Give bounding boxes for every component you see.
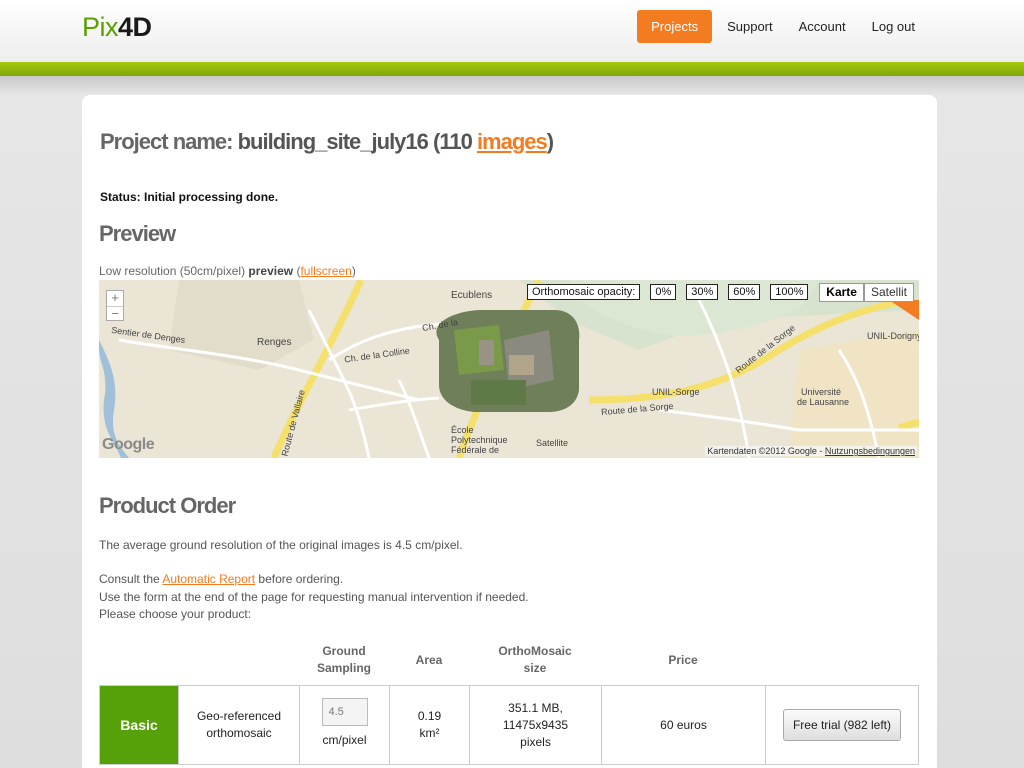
gsd-input[interactable] — [321, 698, 368, 726]
nav-logout[interactable]: Log out — [859, 10, 928, 43]
project-title-prefix: Project name: — [100, 129, 238, 154]
area-unit: km² — [419, 726, 440, 740]
product-order-heading: Product Order — [99, 493, 236, 518]
col-price: Price — [668, 652, 698, 667]
resolution-text: Low resolution (50cm/pixel) — [99, 264, 249, 278]
map-label-lausanne: de Lausanne — [797, 397, 850, 407]
top-bar: Pix 4D Projects Support Account Log out — [0, 0, 1024, 62]
images-link[interactable]: images — [477, 129, 548, 154]
image-count-close: ) — [546, 129, 554, 154]
main-nav: Projects Support Account Log out — [637, 10, 928, 43]
zoom-control: + − — [106, 290, 124, 321]
content-panel: Project name: building_site_july16 (110 … — [82, 95, 937, 768]
map-type-toggle: Karte Satellit — [819, 283, 914, 302]
product-desc-2: orthomosaic — [206, 726, 272, 740]
area-value: 0.19 — [417, 709, 442, 723]
table-row: Basic Geo-referenced orthomosaic cm/pixe… — [99, 685, 919, 765]
preview-heading: Preview — [99, 221, 176, 246]
col-ground-2: Sampling — [316, 661, 371, 675]
nav-support[interactable]: Support — [714, 10, 786, 43]
avg-resolution-text: The average ground resolution of the ori… — [99, 538, 463, 552]
map-type-satellit[interactable]: Satellit — [863, 283, 914, 302]
opacity-controls: Orthomosaic opacity: 0% 30% 60% 100% — [527, 284, 818, 300]
area-cell: 0.19 km² — [390, 686, 470, 764]
opacity-30[interactable]: 30% — [686, 284, 719, 300]
map-type-karte[interactable]: Karte — [819, 283, 864, 302]
map-copyright: Kartendaten ©2012 Google - Nutzungsbedin… — [705, 446, 917, 456]
map-label-ecole: École — [451, 425, 474, 435]
fullscreen-link[interactable]: fullscreen — [300, 264, 351, 278]
opacity-label: Orthomosaic opacity: — [527, 284, 641, 300]
price-cell: 60 euros — [602, 686, 766, 764]
product-desc-cell: Geo-referenced orthomosaic — [179, 686, 300, 764]
paren-close: ) — [351, 264, 356, 278]
image-count: (110 — [427, 129, 477, 154]
product-name-cell: Basic — [100, 686, 179, 764]
gsd-cell: cm/pixel — [300, 686, 390, 764]
preview-caption: Low resolution (50cm/pixel) preview (ful… — [99, 264, 356, 278]
col-ground-1: Ground — [322, 644, 366, 658]
status-text: Status: Initial processing done. — [100, 190, 279, 204]
header-stripe — [0, 62, 1024, 76]
map-canvas — [99, 280, 919, 458]
preview-word: preview — [248, 264, 294, 278]
col-ortho-2: size — [523, 661, 547, 675]
map-label-renges: Renges — [257, 337, 292, 348]
col-ground-sampling: Ground Sampling — [299, 635, 389, 685]
automatic-report-link[interactable]: Automatic Report — [162, 572, 255, 586]
map-preview[interactable]: + − Orthomosaic opacity: 0% 30% 60% 100%… — [99, 280, 919, 458]
copyright-text: Kartendaten ©2012 Google - — [707, 446, 825, 456]
consult-prefix: Consult the — [99, 572, 163, 586]
header-shadow — [0, 76, 1024, 94]
opacity-0[interactable]: 0% — [650, 284, 677, 300]
map-label-federale: Fédérale de — [451, 445, 500, 455]
consult-suffix: before ordering. — [255, 572, 344, 586]
ortho-size-dims: 11475x9435 — [502, 717, 569, 732]
project-title: Project name: building_site_july16 (110 … — [100, 129, 554, 155]
pix4d-logo[interactable]: Pix 4D — [82, 12, 152, 42]
google-logo: Google — [102, 436, 155, 453]
project-name: building_site_july16 — [237, 129, 429, 154]
action-cell: Free trial (982 left) — [766, 686, 918, 764]
map-label-unil-dorigny: UNIL-Dorigny — [867, 331, 919, 341]
nav-account[interactable]: Account — [786, 10, 859, 43]
opacity-100[interactable]: 100% — [770, 284, 809, 300]
logo-text-pix: Pix — [82, 12, 119, 42]
col-ortho-1: OrthoMosaic — [498, 644, 572, 658]
col-ortho-size: OrthoMosaic size — [469, 635, 601, 685]
terms-link[interactable]: Nutzungsbedingungen — [825, 446, 915, 456]
zoom-in-button[interactable]: + — [107, 291, 123, 306]
product-table-header: Ground Sampling Area OrthoMosaic size Pric… — [99, 635, 919, 685]
logo-text-4d: 4D — [118, 12, 152, 42]
ortho-size-unit: pixels — [520, 734, 551, 749]
form-note-text: Use the form at the end of the page for … — [99, 590, 529, 604]
ortho-size-mb: 351.1 MB, — [508, 700, 563, 715]
zoom-out-button[interactable]: − — [107, 306, 123, 321]
map-label-satellite: Satellite — [536, 438, 569, 448]
opacity-60[interactable]: 60% — [728, 284, 761, 300]
choose-product-text: Please choose your product: — [99, 607, 252, 621]
map-label-polytechnique: Polytechnique — [451, 435, 508, 445]
product-desc-1: Geo-referenced — [196, 709, 282, 723]
nav-projects[interactable]: Projects — [637, 10, 713, 43]
gsd-unit: cm/pixel — [322, 733, 367, 747]
map-label-unil-sorge: UNIL-Sorge — [652, 387, 700, 397]
ortho-size-cell: 351.1 MB, 11475x9435 pixels — [470, 686, 602, 764]
col-area: Area — [415, 652, 443, 667]
free-trial-button[interactable]: Free trial (982 left) — [782, 709, 902, 741]
consult-text: Consult the Automatic Report before orde… — [99, 572, 343, 586]
map-label-universite: Université — [801, 387, 842, 397]
map-label-ecublens: Ecublens — [451, 290, 493, 301]
